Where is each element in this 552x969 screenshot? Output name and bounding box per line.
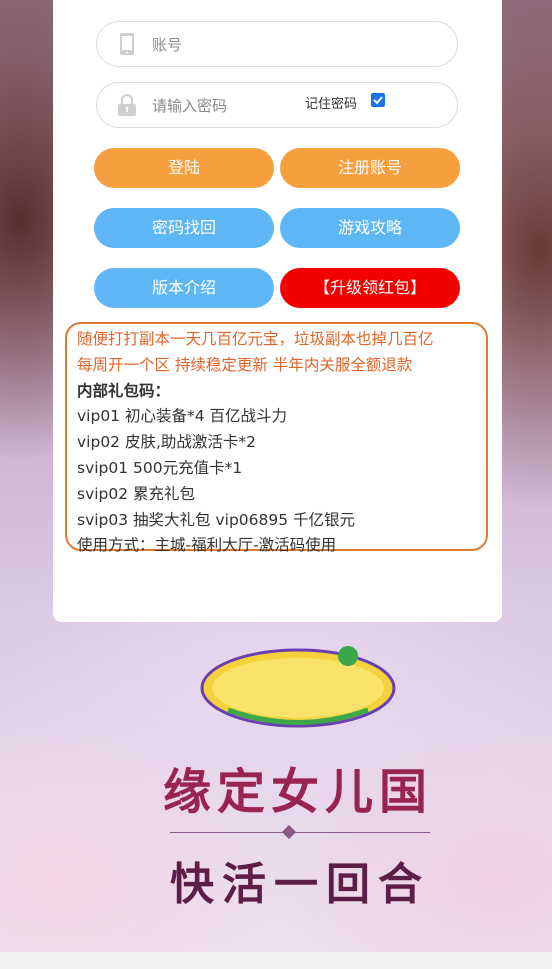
gift-code-line: svip03 抽奖大礼包 vip06895 千亿银元: [77, 510, 356, 529]
info-box: 随便打打副本一天几百亿元宝，垃圾副本也掉几百亿 每周开一个区 持续稳定更新 半年…: [65, 322, 488, 554]
game-guide-button[interactable]: 游戏攻略: [280, 208, 460, 248]
game-logo: [200, 646, 396, 728]
gift-code-line: svip02 累充礼包: [77, 484, 196, 503]
check-icon: [373, 96, 383, 105]
gift-code-title: 内部礼包码：: [77, 381, 171, 400]
phone-icon: [115, 32, 139, 56]
version-intro-button[interactable]: 版本介绍: [94, 268, 274, 308]
gift-code-line: vip01 初心装备*4 百亿战斗力: [77, 407, 288, 426]
divider: [170, 832, 430, 833]
gift-code-line: svip01 500元充值卡*1: [77, 458, 243, 477]
account-field[interactable]: 账号: [96, 21, 458, 67]
account-input[interactable]: 账号: [152, 34, 182, 55]
login-card: 账号 请输入密码 记住密码 登陆 注册账号 密码找回 游戏攻略 版本介绍 【升级…: [53, 0, 502, 622]
lock-icon: [115, 93, 139, 117]
redpacket-button[interactable]: 【升级领红包】: [280, 268, 460, 308]
slogan-secondary: 快活一回合: [170, 859, 430, 910]
promo-line: 随便打打副本一天几百亿元宝，垃圾副本也掉几百亿: [77, 330, 434, 348]
bottom-bar: [0, 952, 552, 969]
password-field[interactable]: 请输入密码 记住密码: [96, 82, 458, 128]
slogan-primary: 缘定女儿国: [162, 764, 433, 820]
promo-line: 每周开一个区 持续稳定更新 半年内关服全额退款: [77, 355, 413, 374]
usage-line: 使用方式：主城-福利大厅-激活码使用: [77, 536, 337, 555]
recover-password-button[interactable]: 密码找回: [94, 208, 274, 248]
password-input[interactable]: 请输入密码: [152, 95, 227, 116]
gift-code-line: vip02 皮肤,助战激活卡*2: [77, 433, 257, 452]
remember-checkbox[interactable]: [371, 93, 385, 107]
register-button[interactable]: 注册账号: [280, 148, 460, 188]
remember-label: 记住密码: [305, 97, 358, 112]
login-button[interactable]: 登陆: [94, 148, 274, 188]
